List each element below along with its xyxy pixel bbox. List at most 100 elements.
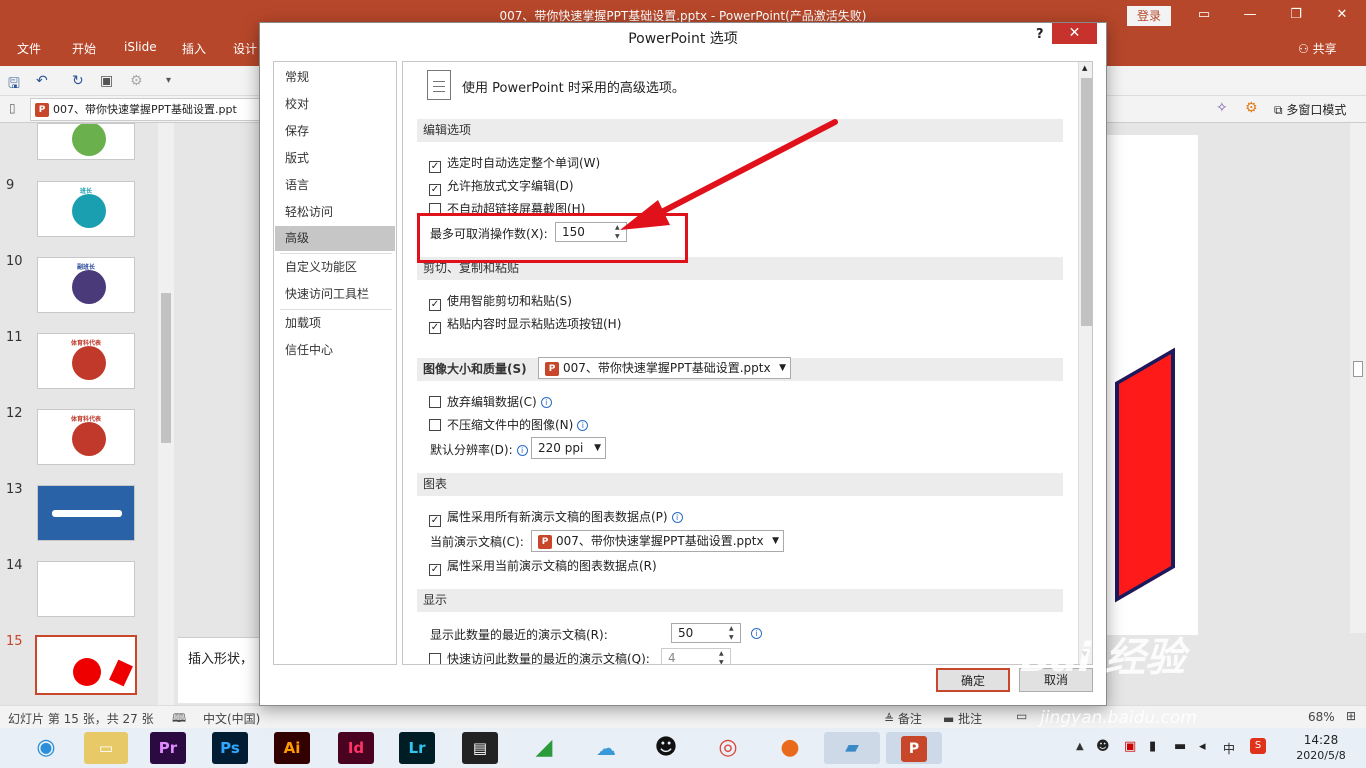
photoshop-icon[interactable]: Ps	[212, 732, 248, 764]
comments-button[interactable]: ▬ 批注	[943, 710, 982, 727]
kingsoft-icon[interactable]: ◢	[522, 732, 566, 764]
chrome-icon[interactable]: ◎	[706, 732, 750, 764]
tab-file[interactable]: 文件	[17, 40, 41, 57]
current-pres-dropdown[interactable]: P 007、带你快速掌握PPT基础设置.pptx ▼	[531, 530, 784, 552]
slide-thumbnail[interactable]	[37, 561, 135, 617]
battery-icon[interactable]: ▬	[1174, 739, 1186, 754]
checkbox-checked[interactable]: ✓	[429, 299, 441, 311]
notes-app-icon[interactable]: ▰	[824, 732, 880, 764]
qq-tray-icon[interactable]: ☻	[1096, 739, 1110, 754]
scroll-thumb[interactable]	[1081, 78, 1092, 326]
network-icon[interactable]: ▣	[1124, 739, 1136, 754]
option-drag-drop[interactable]: ✓ 允许拖放式文字编辑(D)	[429, 177, 574, 196]
illustrator-icon[interactable]: Ai	[274, 732, 310, 764]
nav-customize-ribbon[interactable]: 自定义功能区	[275, 255, 395, 280]
rotated-rectangle-shape[interactable]	[1115, 347, 1175, 603]
checkbox-checked[interactable]: ✓	[429, 564, 441, 576]
spellcheck-icon[interactable]: 🕮	[172, 709, 186, 730]
checkbox-unchecked[interactable]	[429, 653, 441, 664]
clock-date[interactable]: 2020/5/8	[1296, 749, 1346, 762]
clock-time[interactable]: 14:28	[1296, 733, 1346, 747]
slide-thumbnail[interactable]: 体育科代表	[37, 333, 135, 389]
browser-360-icon[interactable]: ◉	[24, 732, 68, 764]
content-scrollbar[interactable]: ▲ ▼	[1078, 62, 1092, 664]
option-no-compress[interactable]: 不压缩文件中的图像(N) i	[429, 416, 589, 433]
nav-language[interactable]: 语言	[275, 173, 395, 198]
gear-icon[interactable]: ⚙	[1245, 100, 1258, 116]
checkbox-checked[interactable]: ✓	[429, 161, 441, 173]
share-button[interactable]: ⚇ 共享	[1298, 40, 1337, 57]
tab-islide[interactable]: iSlide	[124, 40, 157, 54]
file-icon[interactable]: ▯	[9, 101, 16, 115]
scroll-up-icon[interactable]: ▲	[1082, 64, 1087, 72]
default-res-dropdown[interactable]: 220 ppi ▼	[531, 437, 606, 459]
tab-home[interactable]: 开始	[72, 40, 96, 57]
video-editor-icon[interactable]: ▤	[462, 732, 498, 764]
notes-pane[interactable]: 插入形状，	[178, 637, 263, 703]
option-quick-access[interactable]: 快速访问此数量的最近的演示文稿(Q):	[429, 650, 650, 664]
recent-count-spinner[interactable]: 50 ▲ ▼	[671, 623, 741, 643]
spinner-arrows-icon[interactable]: ▲ ▼	[719, 649, 729, 664]
slide-thumbnail[interactable]	[37, 123, 135, 160]
device-icon[interactable]: ▮	[1149, 739, 1156, 754]
checkbox-checked[interactable]: ✓	[429, 322, 441, 334]
slide-thumbnail[interactable]: 副班长	[37, 257, 135, 313]
normal-view-icon[interactable]: ▭	[1016, 709, 1027, 723]
minimize-button[interactable]: —	[1227, 0, 1273, 30]
present-icon[interactable]: ▣	[100, 73, 113, 89]
chevron-up-icon[interactable]: ▲	[1076, 741, 1084, 752]
indesign-icon[interactable]: Id	[338, 732, 374, 764]
slide-thumbnail[interactable]	[37, 485, 135, 541]
maximize-button[interactable]: ❐	[1273, 0, 1319, 30]
nav-save[interactable]: 保存	[275, 119, 395, 144]
option-paste-options[interactable]: ✓ 粘贴内容时显示粘贴选项按钮(H)	[429, 315, 621, 334]
nav-quick-access-toolbar[interactable]: 快速访问工具栏	[275, 282, 395, 307]
customize-icon[interactable]: ⚙	[130, 73, 143, 89]
file-explorer-icon[interactable]: ▭	[84, 732, 128, 764]
nav-add-ins[interactable]: 加载项	[275, 311, 395, 336]
language-status[interactable]: 中文(中国)	[203, 710, 260, 727]
option-discard-edit[interactable]: 放弃编辑数据(C) i	[429, 393, 552, 410]
redo-icon[interactable]: ↻	[72, 73, 84, 89]
slide-thumbnail[interactable]: 班长	[37, 181, 135, 237]
slide-thumbnail-selected[interactable]	[35, 635, 137, 695]
ime-indicator[interactable]: 中	[1223, 740, 1235, 757]
undo-icon[interactable]: ↶	[36, 73, 48, 89]
ribbon-display-icon[interactable]: ▭	[1181, 0, 1227, 30]
quick-access-spinner[interactable]: 4 ▲ ▼	[661, 648, 731, 664]
scroll-thumb[interactable]	[1353, 361, 1363, 377]
nav-trust-center[interactable]: 信任中心	[275, 338, 395, 363]
login-button[interactable]: 登录	[1127, 6, 1171, 26]
save-icon[interactable]: 🖫	[8, 73, 20, 97]
sparkle-icon[interactable]: ✧	[1216, 100, 1228, 116]
qq-icon[interactable]: ☻	[644, 732, 688, 764]
chevron-down-icon[interactable]: ▾	[166, 75, 171, 86]
nav-accessibility[interactable]: 轻松访问	[275, 200, 395, 225]
spinner-arrows-icon[interactable]: ▲ ▼	[729, 624, 739, 642]
nav-proofing[interactable]: 校对	[275, 92, 395, 117]
ok-button[interactable]: 确定	[936, 668, 1010, 692]
option-chart-all[interactable]: ✓ 属性采用所有新演示文稿的图表数据点(P) i	[429, 508, 683, 527]
checkbox-unchecked[interactable]	[429, 419, 441, 431]
powerpoint-taskbar-icon[interactable]: P	[886, 732, 942, 764]
checkbox-unchecked[interactable]	[429, 396, 441, 408]
document-tab[interactable]: P 007、带你快速掌握PPT基础设置.ppt	[30, 98, 260, 121]
slide-thumbnail[interactable]: 体育科代表	[37, 409, 135, 465]
volume-icon[interactable]: ◂	[1199, 739, 1206, 754]
nav-general[interactable]: 常规	[275, 65, 395, 90]
close-window-button[interactable]: ✕	[1319, 0, 1365, 30]
tab-design[interactable]: 设计	[233, 40, 257, 57]
zoom-level[interactable]: 68%	[1308, 710, 1335, 724]
premiere-icon[interactable]: Pr	[150, 732, 186, 764]
app-icon[interactable]: ●	[768, 732, 812, 764]
tab-insert[interactable]: 插入	[182, 40, 206, 57]
sogou-icon[interactable]: S	[1250, 738, 1266, 754]
checkbox-checked[interactable]: ✓	[429, 184, 441, 196]
nav-layout[interactable]: 版式	[275, 146, 395, 171]
option-chart-current[interactable]: ✓ 属性采用当前演示文稿的图表数据点(R)	[429, 557, 657, 576]
checkbox-checked[interactable]: ✓	[429, 515, 441, 527]
slide-panel-scrollbar[interactable]	[158, 123, 174, 705]
scroll-thumb[interactable]	[161, 293, 171, 443]
dialog-close-button[interactable]: ✕	[1052, 23, 1097, 44]
slide-canvas[interactable]	[1105, 135, 1198, 635]
